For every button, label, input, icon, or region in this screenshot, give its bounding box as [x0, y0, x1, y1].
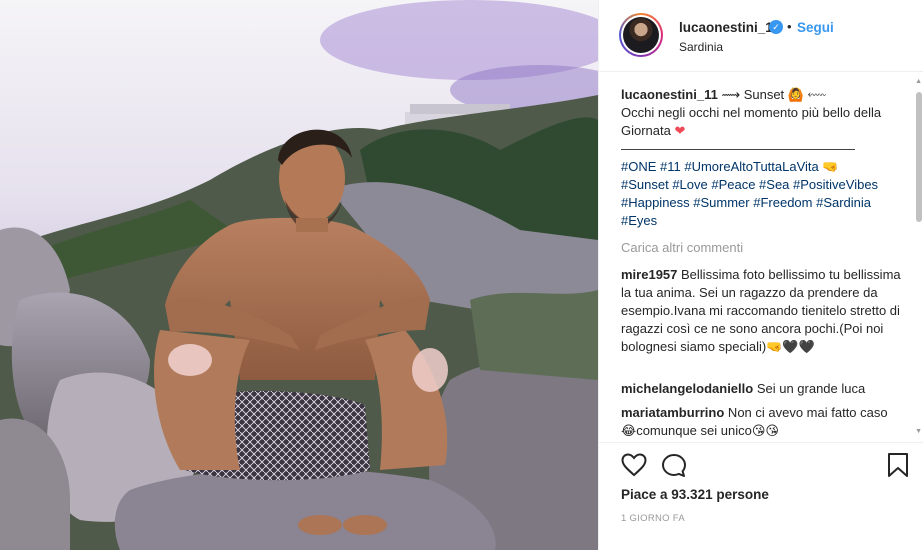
hashtags-line2[interactable]: #Sunset #Love #Peace #Sea #PositiveVibes: [621, 177, 878, 192]
author-username[interactable]: lucaonestini_11: [679, 20, 780, 35]
post-caption: lucaonestini_11 ⟿ Sunset 🙆 ⬳ Occhi negli…: [621, 86, 911, 230]
caption-line2: Occhi negli occhi nel momento più bello …: [621, 105, 882, 138]
avatar[interactable]: [619, 13, 663, 57]
comment-username[interactable]: mire1957: [621, 267, 677, 282]
hashtags-line1[interactable]: #ONE #11 #UmoreAltoTuttaLaVita 🤜: [621, 159, 839, 174]
comment-username[interactable]: michelangelodaniello: [621, 381, 753, 396]
comments-section[interactable]: lucaonestini_11 ⟿ Sunset 🙆 ⬳ Occhi negli…: [599, 72, 923, 442]
post-side-panel: lucaonestini_11 ✓ • Segui Sardinia lucao…: [598, 0, 923, 550]
hashtags-line4[interactable]: #Eyes: [621, 213, 657, 228]
instagram-post: lucaonestini_11 ✓ • Segui Sardinia lucao…: [0, 0, 923, 550]
comment-item: mariatamburrino Non ci avevo mai fatto c…: [621, 404, 901, 440]
load-more-comments-button[interactable]: Carica altri commenti: [621, 240, 743, 255]
verified-badge-icon: ✓: [769, 20, 783, 34]
follow-button[interactable]: Segui: [797, 20, 834, 35]
photo-illustration: [0, 0, 598, 550]
likes-count[interactable]: Piace a 93.321 persone: [621, 487, 769, 502]
caption-divider: ——————————————————: [621, 141, 855, 156]
scroll-up-arrow-icon[interactable]: ▲: [915, 78, 922, 85]
heart-icon[interactable]: [621, 453, 647, 477]
comment-item: michelangelodaniello Sei un grande luca: [621, 380, 901, 398]
caption-line1: ⟿ Sunset 🙆 ⬳: [717, 87, 827, 102]
heart-emoji: ❤: [674, 123, 686, 138]
comment-icon[interactable]: [661, 453, 687, 479]
post-actions: Piace a 93.321 persone 1 GIORNO FA: [599, 442, 923, 550]
scroll-down-arrow-icon[interactable]: ▼: [915, 428, 922, 435]
post-photo[interactable]: [0, 0, 598, 550]
separator-dot: •: [787, 19, 792, 34]
bookmark-icon[interactable]: [887, 452, 909, 478]
comment-text: Sei un grande luca: [753, 381, 866, 396]
comment-username[interactable]: mariatamburrino: [621, 405, 724, 420]
comment-item: mire1957 Bellissima foto bellissimo tu b…: [621, 266, 901, 356]
scrollbar-thumb[interactable]: [916, 92, 922, 222]
avatar-image: [623, 17, 659, 53]
caption-username[interactable]: lucaonestini_11: [621, 87, 718, 102]
post-timestamp[interactable]: 1 GIORNO FA: [621, 513, 685, 524]
post-header: lucaonestini_11 ✓ • Segui Sardinia: [599, 0, 923, 72]
location-link[interactable]: Sardinia: [679, 40, 723, 54]
hashtags-line3[interactable]: #Happiness #Summer #Freedom #Sardinia: [621, 195, 871, 210]
